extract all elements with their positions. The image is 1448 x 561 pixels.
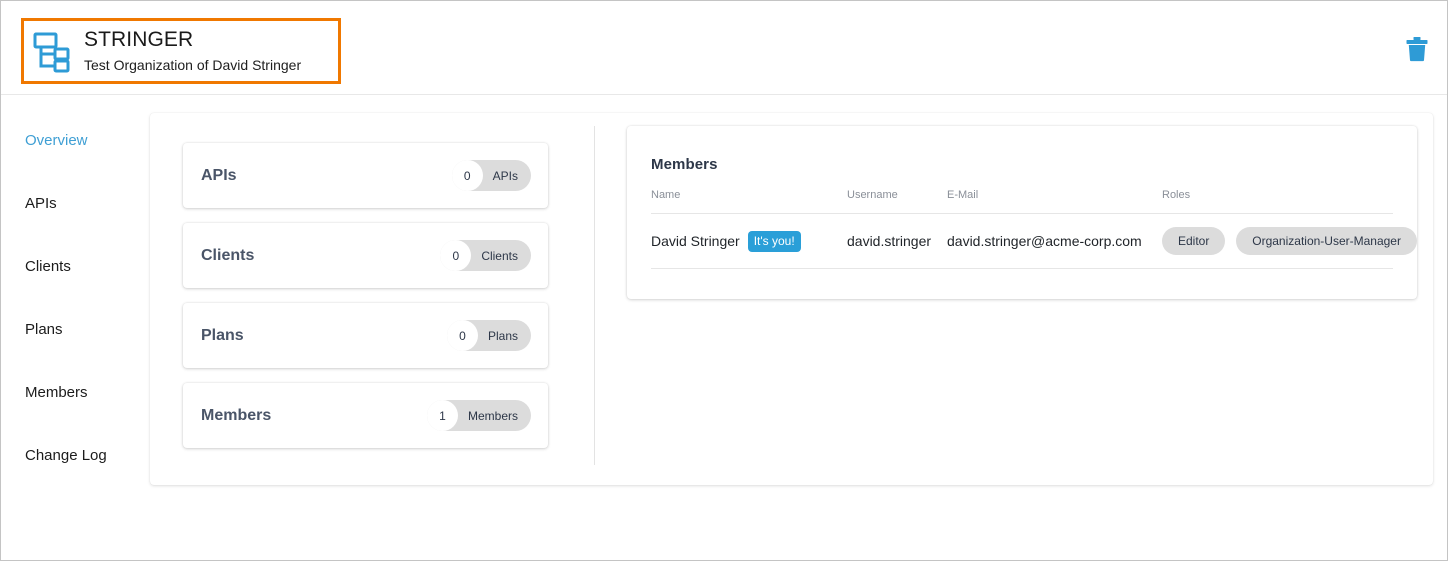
stat-card-label: Members [201, 407, 271, 425]
organization-description: Test Organization of David Stringer [84, 55, 301, 75]
role-chip-editor: Editor [1162, 227, 1225, 255]
members-table-head: Name Username E-Mail Roles [651, 189, 1393, 214]
column-header-email: E-Mail [947, 189, 1162, 214]
stat-card-label: Plans [201, 327, 244, 345]
stat-card-apis[interactable]: APIs 0 APIs [183, 143, 548, 208]
stat-card-unit: Clients [471, 249, 518, 263]
role-chip-organization-user-manager: Organization-User-Manager [1236, 227, 1417, 255]
member-name: David Stringer [651, 233, 740, 249]
its-you-badge: It's you! [748, 231, 801, 252]
column-header-roles: Roles [1162, 189, 1393, 214]
stat-card-label: Clients [201, 247, 254, 265]
table-row[interactable]: David Stringer It's you! david.stringer … [651, 214, 1393, 269]
stat-card-badge: 0 Clients [440, 240, 531, 271]
member-roles-cell: Editor Organization-User-Manager [1162, 214, 1393, 269]
member-username: david.stringer [847, 214, 947, 269]
members-table-header-row: Name Username E-Mail Roles [651, 189, 1393, 214]
sidebar-item-plans[interactable]: Plans [25, 320, 150, 340]
stat-card-badge: 0 Plans [447, 320, 531, 351]
members-table: Name Username E-Mail Roles David Stringe… [651, 189, 1393, 269]
sidebar-item-change-log[interactable]: Change Log [25, 446, 150, 466]
member-name-cell: David Stringer It's you! [651, 214, 847, 269]
organization-overview-window: STRINGER Test Organization of David Stri… [0, 0, 1448, 561]
stat-cards-column: APIs 0 APIs Clients 0 Clients Plans 0 Pl… [183, 143, 548, 463]
stat-card-members[interactable]: Members 1 Members [183, 383, 548, 448]
organization-name: STRINGER [84, 28, 301, 52]
stat-card-count: 0 [452, 160, 483, 191]
member-name-wrapper: David Stringer It's you! [651, 231, 847, 252]
column-header-username: Username [847, 189, 947, 214]
stat-card-badge: 0 APIs [452, 160, 531, 191]
stat-card-count: 0 [440, 240, 471, 271]
delete-organization-button[interactable] [1403, 37, 1431, 65]
org-hierarchy-icon [31, 29, 75, 73]
stat-card-badge: 1 Members [427, 400, 531, 431]
section-navigation-sidebar: Overview APIs Clients Plans Members Chan… [1, 131, 150, 509]
stat-card-label: APIs [201, 167, 237, 185]
trash-icon [1405, 36, 1429, 67]
org-text-block: STRINGER Test Organization of David Stri… [84, 28, 301, 75]
column-header-name: Name [651, 189, 847, 214]
page-header: STRINGER Test Organization of David Stri… [1, 1, 1448, 95]
content-vertical-divider [594, 126, 595, 465]
members-panel-title: Members [651, 126, 1393, 173]
overview-content-card: APIs 0 APIs Clients 0 Clients Plans 0 Pl… [150, 113, 1433, 485]
member-email: david.stringer@acme-corp.com [947, 214, 1162, 269]
members-table-body: David Stringer It's you! david.stringer … [651, 214, 1393, 269]
sidebar-item-apis[interactable]: APIs [25, 194, 150, 214]
sidebar-item-clients[interactable]: Clients [25, 257, 150, 277]
sidebar-item-members[interactable]: Members [25, 383, 150, 403]
stat-card-count: 0 [447, 320, 478, 351]
stat-card-clients[interactable]: Clients 0 Clients [183, 223, 548, 288]
stat-card-unit: APIs [483, 169, 518, 183]
organization-identity-card[interactable]: STRINGER Test Organization of David Stri… [21, 18, 341, 84]
members-panel: Members Name Username E-Mail Roles David [627, 126, 1417, 299]
stat-card-plans[interactable]: Plans 0 Plans [183, 303, 548, 368]
stat-card-unit: Plans [478, 329, 518, 343]
sidebar-item-overview[interactable]: Overview [25, 131, 150, 151]
stat-card-unit: Members [458, 409, 518, 423]
stat-card-count: 1 [427, 400, 458, 431]
